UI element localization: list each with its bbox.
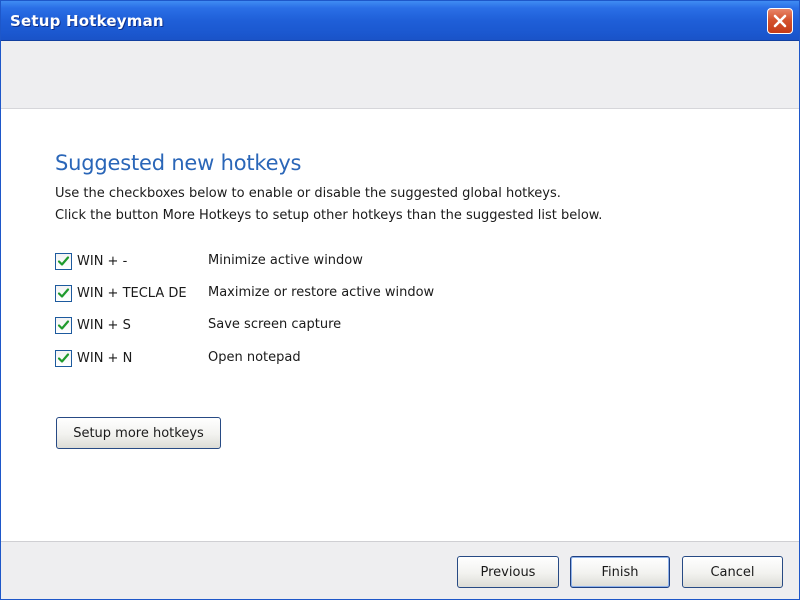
check-icon bbox=[57, 256, 70, 266]
hotkey-row: WIN + - Minimize active window bbox=[55, 251, 615, 271]
hotkey-checkbox[interactable] bbox=[55, 253, 72, 270]
title-bar[interactable]: Setup Hotkeyman bbox=[1, 1, 799, 41]
check-icon bbox=[57, 353, 70, 363]
finish-button[interactable]: Finish bbox=[570, 556, 670, 588]
description-line-1: Use the checkboxes below to enable or di… bbox=[55, 186, 561, 201]
hotkey-row: WIN + TECLA DE Maximize or restore activ… bbox=[55, 283, 615, 303]
close-icon bbox=[773, 14, 787, 28]
hotkey-key: WIN + - bbox=[77, 254, 128, 269]
hotkey-key: WIN + S bbox=[77, 318, 131, 333]
hotkey-description: Minimize active window bbox=[208, 253, 363, 268]
description-line-2: Click the button More Hotkeys to setup o… bbox=[55, 208, 603, 223]
hotkey-row: WIN + S Save screen capture bbox=[55, 315, 615, 335]
close-button[interactable] bbox=[767, 8, 793, 34]
hotkey-key: WIN + TECLA DE bbox=[77, 286, 187, 301]
setup-window: Setup Hotkeyman Suggested new hotkeys Us… bbox=[0, 0, 800, 600]
header-band bbox=[1, 41, 799, 109]
footer-bar: Previous Finish Cancel bbox=[1, 541, 799, 599]
window-title: Setup Hotkeyman bbox=[10, 12, 164, 30]
hotkey-row: WIN + N Open notepad bbox=[55, 348, 615, 368]
check-icon bbox=[57, 288, 70, 298]
hotkey-description: Save screen capture bbox=[208, 317, 342, 332]
setup-more-hotkeys-button[interactable]: Setup more hotkeys bbox=[56, 417, 221, 449]
check-icon bbox=[57, 320, 70, 330]
hotkey-description: Maximize or restore active window bbox=[208, 285, 435, 300]
page-heading: Suggested new hotkeys bbox=[55, 151, 302, 175]
previous-button[interactable]: Previous bbox=[457, 556, 559, 588]
hotkey-checkbox[interactable] bbox=[55, 285, 72, 302]
hotkey-description: Open notepad bbox=[208, 350, 301, 365]
hotkey-key: WIN + N bbox=[77, 351, 133, 366]
hotkey-checkbox[interactable] bbox=[55, 317, 72, 334]
hotkey-checkbox[interactable] bbox=[55, 350, 72, 367]
cancel-button[interactable]: Cancel bbox=[682, 556, 783, 588]
